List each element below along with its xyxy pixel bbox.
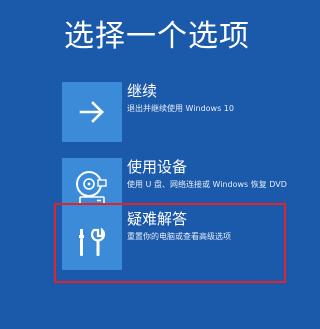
selection-highlight bbox=[54, 203, 286, 283]
option-continue-description: 退出并继续使用 Windows 10 bbox=[127, 104, 234, 113]
option-continue-tile[interactable] bbox=[62, 82, 122, 142]
option-use-device-description: 使用 U 盘、网络连接或 Windows 恢复 DVD bbox=[127, 180, 287, 189]
page-title: 选择一个选项 bbox=[64, 19, 250, 54]
option-continue-title: 继续 bbox=[127, 82, 158, 100]
option-continue[interactable]: 继续 退出并继续使用 Windows 10 bbox=[62, 82, 282, 154]
arrow-right-icon bbox=[79, 101, 104, 123]
option-use-device-title: 使用设备 bbox=[127, 158, 188, 176]
